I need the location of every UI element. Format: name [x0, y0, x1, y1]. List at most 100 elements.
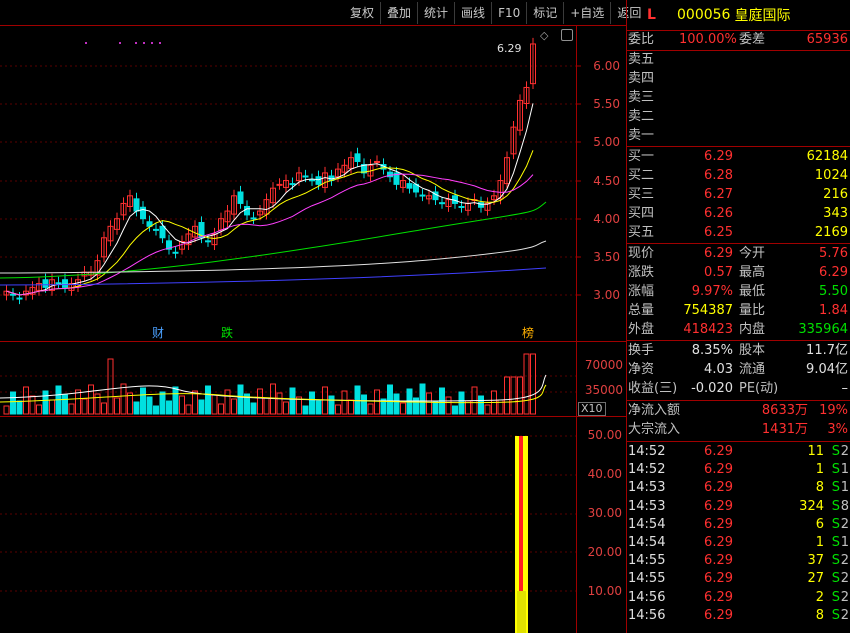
event-drop-marker[interactable]: 跌 [221, 324, 233, 341]
volume-bar [198, 399, 205, 415]
candle-body [250, 217, 257, 220]
volume-bar [81, 398, 88, 415]
candle-body [62, 279, 68, 288]
buy-level-row[interactable]: 买三 6.27 216 [627, 186, 850, 204]
volume-bar [192, 390, 198, 415]
buy-level-price: 6.26 [704, 206, 733, 221]
candle-body [406, 183, 413, 189]
volume-bar [159, 391, 166, 415]
tick-price: 6.29 [704, 571, 733, 587]
stock-header: L 000056 皇庭国际 [627, 0, 850, 30]
volume-bar [62, 394, 68, 415]
tick-row: 14:54 6.29 1 S 1 [627, 534, 850, 552]
price-axis-label: 4.50 [593, 174, 620, 188]
candle-body [458, 205, 465, 208]
candle-body [42, 279, 49, 288]
candle-body [237, 191, 244, 204]
quote-value: 418423 [683, 322, 733, 337]
tick-price: 6.29 [704, 553, 733, 569]
tick-time: 14:52 [628, 444, 666, 459]
sell-level-row[interactable]: 卖五 [627, 51, 850, 69]
diamond-marker-icon: ◇ [540, 29, 549, 42]
candle-body [309, 179, 315, 182]
quote-label: 内盘 [739, 322, 766, 337]
volume-bar [445, 396, 452, 415]
tick-side: S [831, 535, 840, 550]
tick-time: 14:54 [628, 535, 666, 550]
volume-bar [387, 384, 393, 415]
volume-bar [49, 399, 55, 415]
indicator-axis-label: 50.00 [587, 428, 622, 442]
candle-body [244, 205, 250, 216]
buy-level-row[interactable]: 买一 6.29 62184 [627, 148, 850, 166]
volume-bar [107, 358, 114, 415]
flow-row: 大宗流入 1431万 3% [627, 421, 850, 439]
volume-bar [478, 395, 484, 415]
tick-volume: 1 [815, 462, 824, 478]
quote-value: 5.76 [819, 246, 848, 261]
buy-level-volume: 2169 [814, 225, 848, 240]
volume-bar [263, 397, 270, 415]
tick-count: 2 [840, 516, 849, 532]
window-toggle-icon[interactable] [561, 29, 573, 41]
tick-time: 14:54 [628, 516, 666, 532]
volume-bar [341, 390, 348, 415]
candle-body [374, 160, 380, 163]
signal-dot [143, 42, 145, 44]
volume-bar [283, 401, 289, 415]
tick-price: 6.29 [704, 535, 733, 550]
tick-price: 6.29 [704, 462, 733, 478]
stat-label: 收益(三) [628, 381, 678, 396]
buy-level-price: 6.29 [704, 149, 733, 164]
sell-level-row[interactable]: 卖四 [627, 70, 850, 88]
buy-level-label: 买三 [628, 187, 655, 202]
tick-count: 2 [840, 607, 849, 623]
candle-body [10, 293, 16, 296]
candle-body [354, 153, 361, 162]
event-earnings-marker[interactable]: 财 [152, 324, 164, 341]
volume-bar [101, 402, 107, 415]
tick-row: 14:55 6.29 27 S 2 [627, 570, 850, 588]
tick-side: S [831, 498, 840, 514]
sell-level-row[interactable]: 卖三 [627, 89, 850, 107]
stat-row: 换手 8.35% 股本 11.7亿 [627, 342, 850, 360]
tick-count: 2 [840, 571, 849, 587]
quote-label: 现价 [628, 246, 655, 261]
stat-label: PE(动) [739, 381, 779, 396]
toolbar-divider [0, 25, 627, 26]
volume-bar [172, 386, 179, 415]
volume-bar [120, 383, 127, 415]
sell-level-row[interactable]: 卖二 [627, 108, 850, 126]
candle-body [276, 183, 283, 186]
volume-bar [114, 397, 120, 415]
price-axis-label: 6.00 [593, 59, 620, 73]
signal-dot [85, 42, 87, 44]
event-rank-marker[interactable]: 榜 [522, 324, 534, 341]
buy-level-row[interactable]: 买四 6.26 343 [627, 205, 850, 223]
buy-level-row[interactable]: 买五 6.25 2169 [627, 224, 850, 242]
volume-axis-label: 70000 [584, 358, 623, 372]
volume-bar [400, 402, 406, 415]
flow-percent: 19% [819, 403, 848, 418]
quote-label: 涨跌 [628, 265, 655, 280]
tick-time: 14:56 [628, 607, 666, 623]
signal-dot [119, 42, 121, 44]
candle-body [315, 176, 322, 185]
tick-price: 6.29 [704, 498, 733, 514]
tick-side: S [831, 571, 840, 587]
quote-label: 外盘 [628, 322, 655, 337]
stat-label: 净资 [628, 362, 655, 377]
volume-bar [68, 403, 75, 415]
moving-average-line [0, 267, 547, 286]
weicha-value: 65936 [806, 32, 848, 47]
volume-bar [309, 391, 315, 415]
tick-volume: 1 [815, 535, 824, 550]
kline-chart[interactable] [0, 0, 627, 633]
indicator-bar [517, 591, 526, 633]
volume-bar [523, 353, 530, 415]
stat-value: 9.04亿 [806, 362, 848, 377]
buy-level-row[interactable]: 买二 6.28 1024 [627, 167, 850, 185]
sell-level-row[interactable]: 卖一 [627, 127, 850, 145]
volume-bar [374, 389, 380, 415]
tick-side: S [831, 516, 840, 532]
